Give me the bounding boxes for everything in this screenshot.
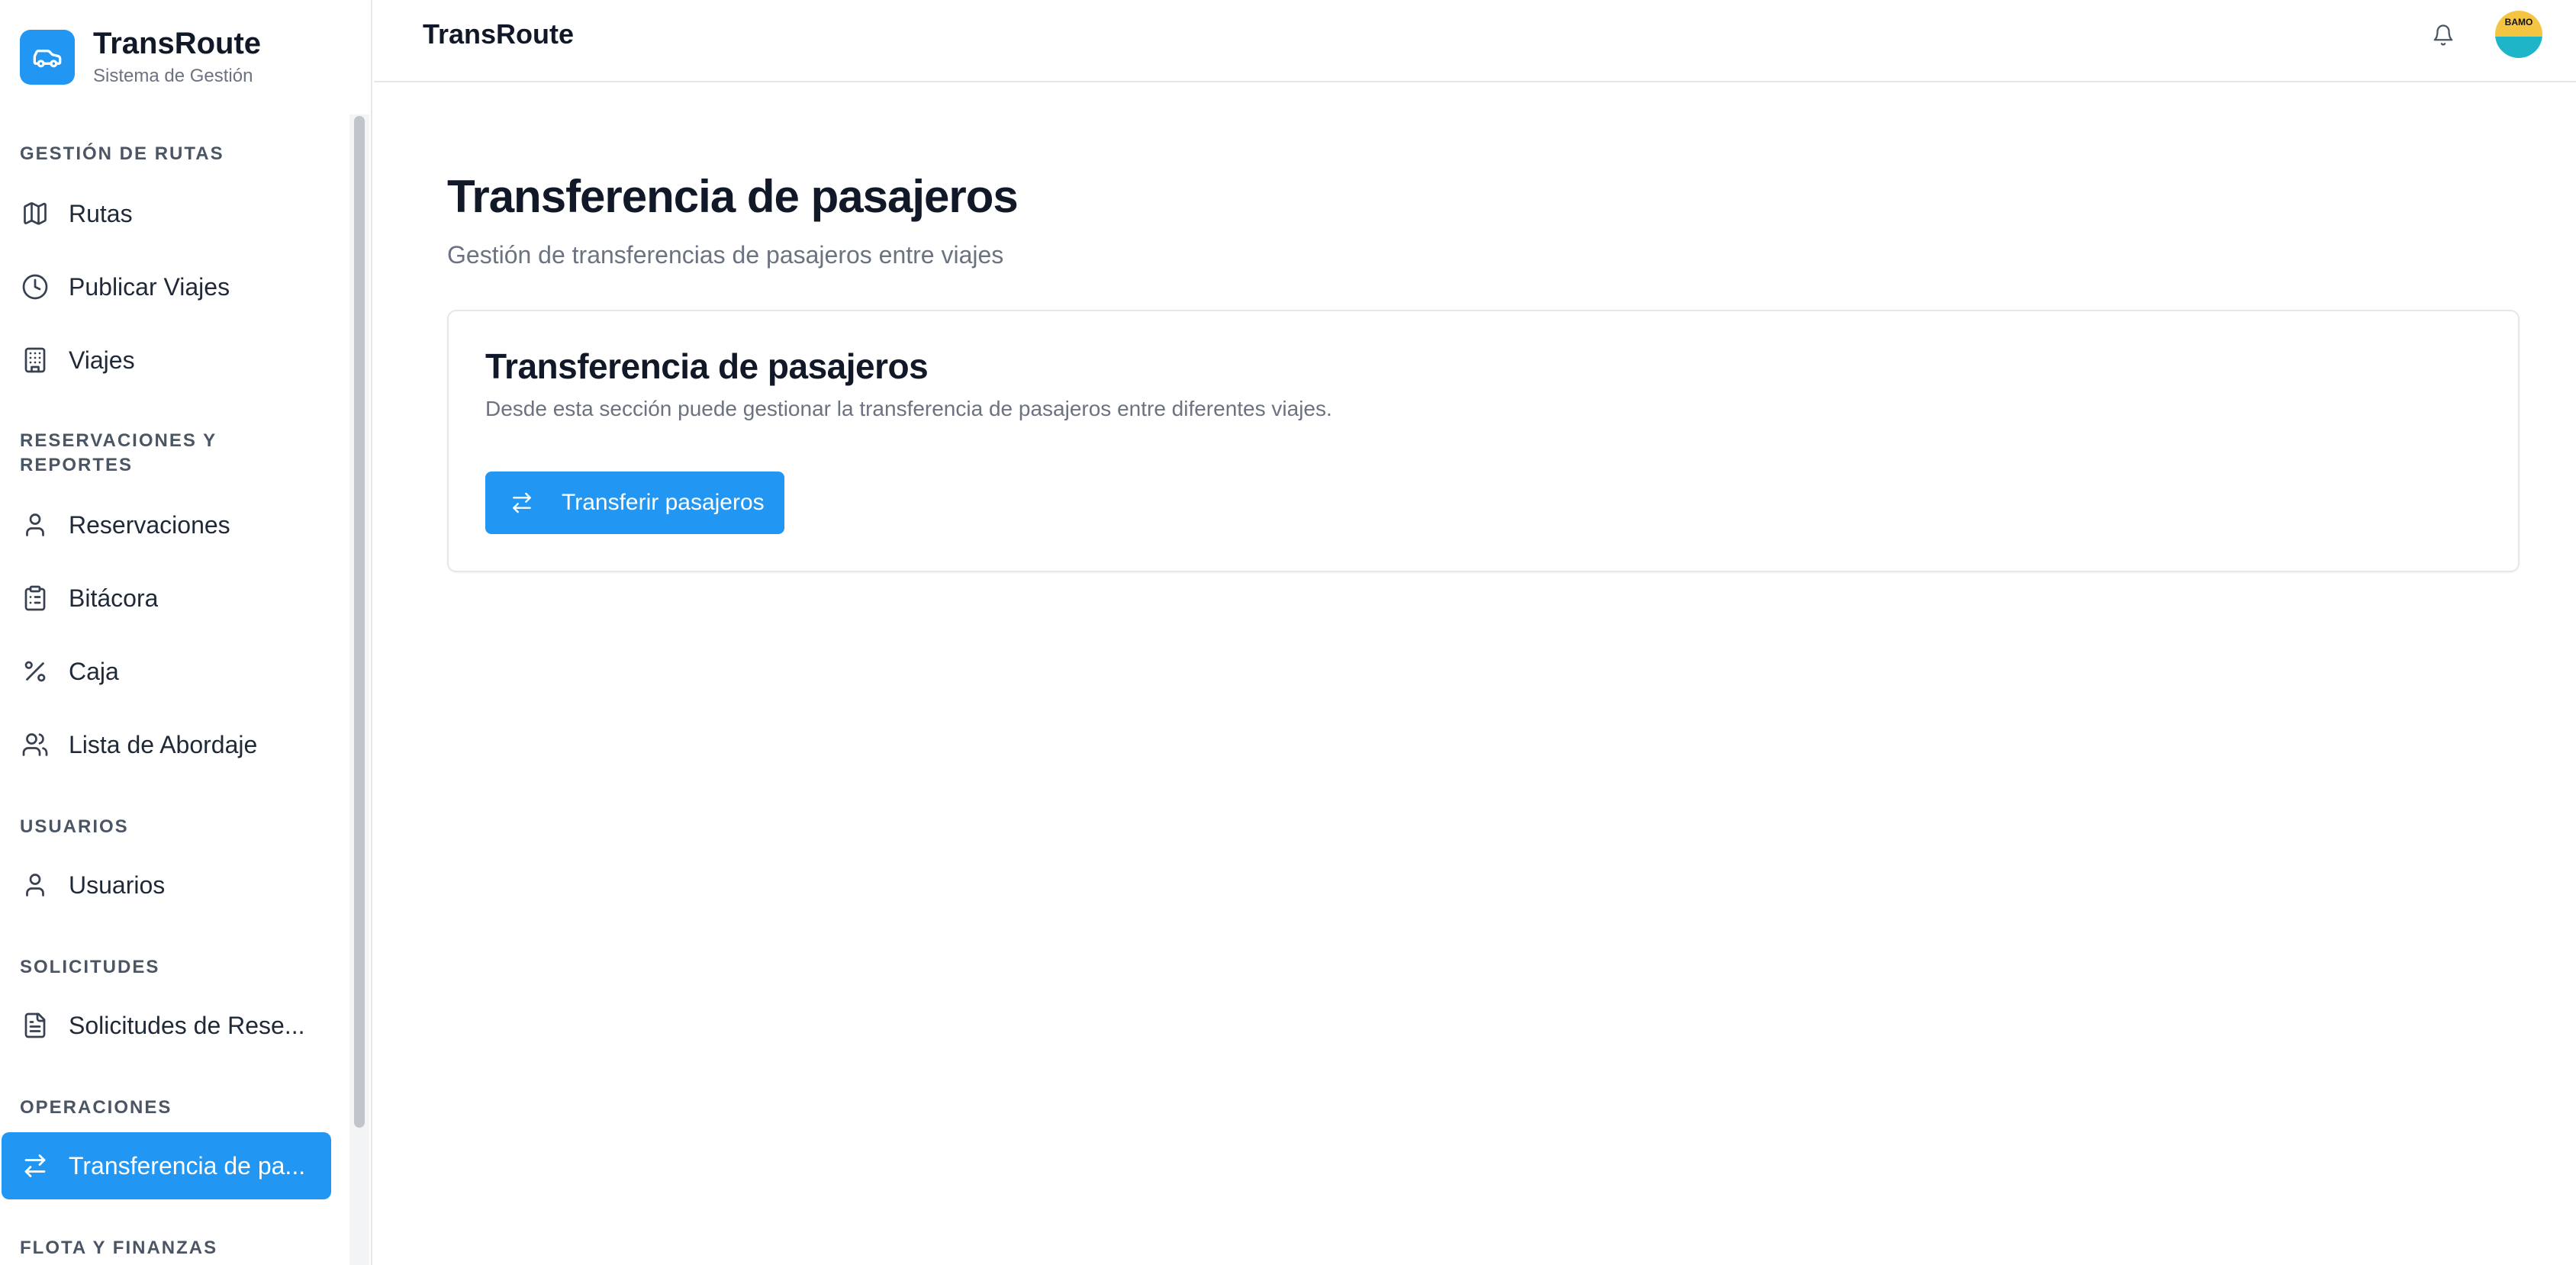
sidebar-item-rutas[interactable]: Rutas	[2, 180, 331, 247]
sidebar-item-usuarios[interactable]: Usuarios	[2, 851, 331, 919]
brand-subtitle: Sistema de Gestión	[93, 66, 253, 86]
map-icon	[20, 198, 50, 229]
avatar[interactable]: BAMO	[2495, 11, 2542, 58]
section-label-operaciones: OPERACIONES	[20, 1097, 172, 1118]
sidebar-item-label: Caja	[69, 657, 119, 685]
sidebar-item-label: Usuarios	[69, 871, 166, 899]
transfer-icon	[20, 1151, 50, 1181]
sidebar-item-bitacora[interactable]: Bitácora	[2, 565, 331, 632]
avatar-text: BAMO	[2504, 17, 2533, 27]
sidebar-item-label: Transferencia de pa...	[69, 1151, 306, 1180]
sidebar-item-solicitudes[interactable]: Solicitudes de Rese...	[2, 992, 331, 1059]
sidebar-item-label: Viajes	[69, 346, 135, 374]
user-icon	[20, 510, 50, 540]
transfer-button-label: Transferir pasajeros	[562, 490, 765, 515]
percent-icon	[20, 656, 50, 687]
header-title: TransRoute	[423, 18, 575, 50]
clock-icon	[20, 272, 50, 302]
sidebar-scrollbar-thumb[interactable]	[354, 116, 365, 1128]
brand-title: TransRoute	[93, 27, 262, 60]
card-description: Desde esta sección puede gestionar la tr…	[485, 397, 1332, 420]
sidebar-item-reservaciones[interactable]: Reservaciones	[2, 491, 331, 558]
sidebar-item-lista-abordaje[interactable]: Lista de Abordaje	[2, 711, 331, 778]
sidebar-item-label: Reservaciones	[69, 510, 230, 539]
users-icon	[20, 729, 50, 760]
sidebar-item-label: Solicitudes de Rese...	[69, 1011, 305, 1039]
sidebar: TransRoute Sistema de Gestión GESTIÓN DE…	[0, 0, 372, 1265]
sidebar-item-viajes[interactable]: Viajes	[2, 327, 331, 394]
car-icon	[20, 30, 75, 85]
user-icon	[20, 870, 50, 900]
transfer-icon	[510, 491, 534, 515]
sidebar-item-publicar-viajes[interactable]: Publicar Viajes	[2, 253, 331, 320]
sidebar-item-label: Bitácora	[69, 584, 159, 612]
section-label-solicitudes: SOLICITUDES	[20, 957, 160, 977]
document-icon	[20, 1010, 50, 1041]
brand[interactable]: TransRoute Sistema de Gestión	[20, 27, 261, 88]
sidebar-item-label: Publicar Viajes	[69, 272, 230, 301]
transfer-card: Transferencia de pasajeros Desde esta se…	[447, 310, 2520, 572]
card-title: Transferencia de pasajeros	[485, 346, 929, 386]
section-label-flota-finanzas: FLOTA Y FINANZAS	[20, 1238, 218, 1258]
transfer-passengers-button[interactable]: Transferir pasajeros	[485, 472, 784, 534]
section-label-usuarios: USUARIOS	[20, 816, 129, 837]
clipboard-icon	[20, 583, 50, 613]
section-label-reservaciones: RESERVACIONES Y REPORTES	[20, 430, 217, 475]
section-label-gestion-rutas: GESTIÓN DE RUTAS	[20, 143, 224, 164]
sidebar-item-label: Rutas	[69, 199, 133, 227]
top-header: TransRoute BAMO	[374, 0, 2576, 82]
bell-icon[interactable]	[2428, 20, 2458, 50]
sidebar-item-caja[interactable]: Caja	[2, 638, 331, 705]
sidebar-item-transferencia[interactable]: Transferencia de pa...	[2, 1132, 331, 1199]
page-title: Transferencia de pasajeros	[447, 171, 1019, 222]
page-subtitle: Gestión de transferencias de pasajeros e…	[447, 241, 1004, 269]
building-icon	[20, 345, 50, 375]
sidebar-item-label: Lista de Abordaje	[69, 730, 258, 758]
